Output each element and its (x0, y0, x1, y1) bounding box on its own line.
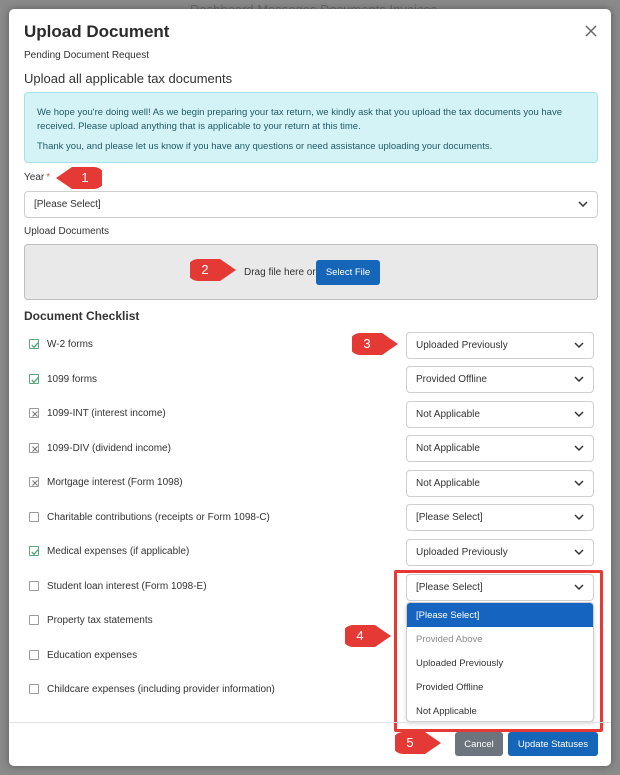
checklist-item-1099-int[interactable]: 1099-INT (interest income) (29, 406, 166, 420)
status-select-1099-int[interactable]: Not Applicable (406, 401, 594, 428)
close-button[interactable] (583, 23, 599, 39)
chevron-down-icon (574, 411, 584, 418)
checkbox-checked-icon[interactable] (29, 374, 39, 384)
cancel-button[interactable]: Cancel (455, 732, 503, 756)
year-select-value: [Please Select] (34, 199, 101, 210)
year-label: Year * (24, 172, 50, 183)
status-select-value: Not Applicable (416, 409, 480, 420)
checklist-item-education[interactable]: Education expenses (29, 648, 137, 662)
chevron-down-icon (574, 445, 584, 452)
info-paragraph-2: Thank you, and please let us know if you… (37, 141, 493, 152)
annotation-marker-4: 4 (342, 623, 393, 649)
annotation-marker-5: 5 (392, 730, 443, 756)
document-checklist-heading: Document Checklist (24, 309, 140, 323)
info-paragraph-1: We hope you're doing well! As we begin p… (37, 107, 562, 132)
checkbox-empty-icon[interactable] (29, 650, 39, 660)
checkbox-checked-icon[interactable] (29, 339, 39, 349)
drag-file-text: Drag file here or (244, 267, 316, 278)
checklist-item-label: Charitable contributions (receipts or Fo… (47, 511, 270, 523)
chevron-down-icon (574, 584, 584, 591)
checkbox-checked-icon[interactable] (29, 546, 39, 556)
status-select-value: [Please Select] (416, 582, 483, 593)
checkbox-na-icon[interactable] (29, 443, 39, 453)
year-select[interactable]: [Please Select] (24, 191, 598, 218)
checklist-item-student-loan[interactable]: Student loan interest (Form 1098-E) (29, 579, 207, 593)
checklist-item-label: W-2 forms (47, 338, 93, 350)
checkbox-empty-icon[interactable] (29, 684, 39, 694)
dropdown-option-provided-offline[interactable]: Provided Offline (407, 675, 593, 699)
info-alert: We hope you're doing well! As we begin p… (24, 92, 598, 163)
checklist-item-medical[interactable]: Medical expenses (if applicable) (29, 544, 189, 558)
checkbox-empty-icon[interactable] (29, 615, 39, 625)
marker-number: 1 (81, 170, 89, 185)
status-dropdown-menu: [Please Select] Provided Above Uploaded … (406, 602, 594, 722)
modal-title: Upload Document (24, 22, 170, 41)
dropdown-option-not-applicable[interactable]: Not Applicable (407, 699, 593, 721)
status-select-1099-div[interactable]: Not Applicable (406, 435, 594, 462)
status-select-medical[interactable]: Uploaded Previously (406, 539, 594, 566)
status-select-w2[interactable]: Uploaded Previously (406, 332, 594, 359)
checklist-item-childcare[interactable]: Childcare expenses (including provider i… (29, 682, 275, 696)
checklist-item-label: Medical expenses (if applicable) (47, 545, 190, 557)
footer-divider (9, 722, 611, 723)
dropdown-option-uploaded-previously[interactable]: Uploaded Previously (407, 651, 593, 675)
marker-number: 5 (406, 735, 414, 750)
year-label-text: Year (24, 172, 45, 183)
status-select-value: [Please Select] (416, 512, 483, 523)
checkbox-na-icon[interactable] (29, 408, 39, 418)
marker-number: 2 (201, 262, 209, 277)
checklist-item-label: Mortgage interest (Form 1098) (47, 476, 183, 488)
status-select-charitable[interactable]: [Please Select] (406, 504, 594, 531)
checkbox-empty-icon[interactable] (29, 512, 39, 522)
checklist-item-label: Student loan interest (Form 1098-E) (47, 580, 207, 592)
status-select-value: Not Applicable (416, 478, 480, 489)
checklist-item-label: Property tax statements (47, 614, 153, 626)
checklist-item-label: Education expenses (47, 649, 138, 661)
close-icon (585, 25, 597, 37)
checkbox-empty-icon[interactable] (29, 581, 39, 591)
marker-number: 4 (356, 628, 364, 643)
marker-number: 3 (363, 336, 371, 351)
dropdown-option-please-select[interactable]: [Please Select] (407, 603, 593, 627)
status-select-mortgage[interactable]: Not Applicable (406, 470, 594, 497)
chevron-down-icon (578, 201, 588, 208)
annotation-marker-2: 2 (187, 257, 238, 283)
status-select-value: Uploaded Previously (416, 547, 508, 558)
status-select-value: Not Applicable (416, 443, 480, 454)
checklist-item-label: 1099 forms (47, 373, 98, 385)
file-drop-zone[interactable]: Drag file here or Select File (24, 244, 598, 300)
chevron-down-icon (574, 549, 584, 556)
checklist-item-w2[interactable]: W-2 forms (29, 337, 93, 351)
checklist-item-1099[interactable]: 1099 forms (29, 372, 97, 386)
dropdown-option-provided-above: Provided Above (416, 633, 483, 645)
annotation-marker-3: 3 (349, 331, 400, 357)
status-select-value: Provided Offline (416, 374, 487, 385)
checklist-item-label: 1099-DIV (dividend income) (47, 442, 171, 454)
checklist-item-mortgage[interactable]: Mortgage interest (Form 1098) (29, 475, 183, 489)
checklist-item-charitable[interactable]: Charitable contributions (receipts or Fo… (29, 510, 270, 524)
chevron-down-icon (574, 342, 584, 349)
upload-documents-label: Upload Documents (24, 226, 110, 237)
chevron-down-icon (574, 514, 584, 521)
checklist-item-1099-div[interactable]: 1099-DIV (dividend income) (29, 441, 171, 455)
required-mark: * (46, 172, 51, 183)
checklist-item-label: 1099-INT (interest income) (47, 407, 166, 419)
annotation-marker-1: 1 (54, 165, 105, 191)
status-select-student-loan[interactable]: [Please Select] (406, 574, 594, 601)
select-file-button[interactable]: Select File (316, 260, 380, 285)
status-select-value: Uploaded Previously (416, 340, 508, 351)
upload-document-modal: Upload Document Pending Document Request… (9, 9, 611, 766)
modal-heading: Upload all applicable tax documents (24, 71, 233, 86)
checkbox-na-icon[interactable] (29, 477, 39, 487)
status-select-1099[interactable]: Provided Offline (406, 366, 594, 393)
update-statuses-button[interactable]: Update Statuses (508, 732, 598, 756)
chevron-down-icon (574, 480, 584, 487)
modal-subtitle: Pending Document Request (24, 50, 150, 61)
checklist-item-label: Childcare expenses (including provider i… (47, 683, 275, 695)
chevron-down-icon (574, 376, 584, 383)
checklist-item-property-tax[interactable]: Property tax statements (29, 613, 153, 627)
